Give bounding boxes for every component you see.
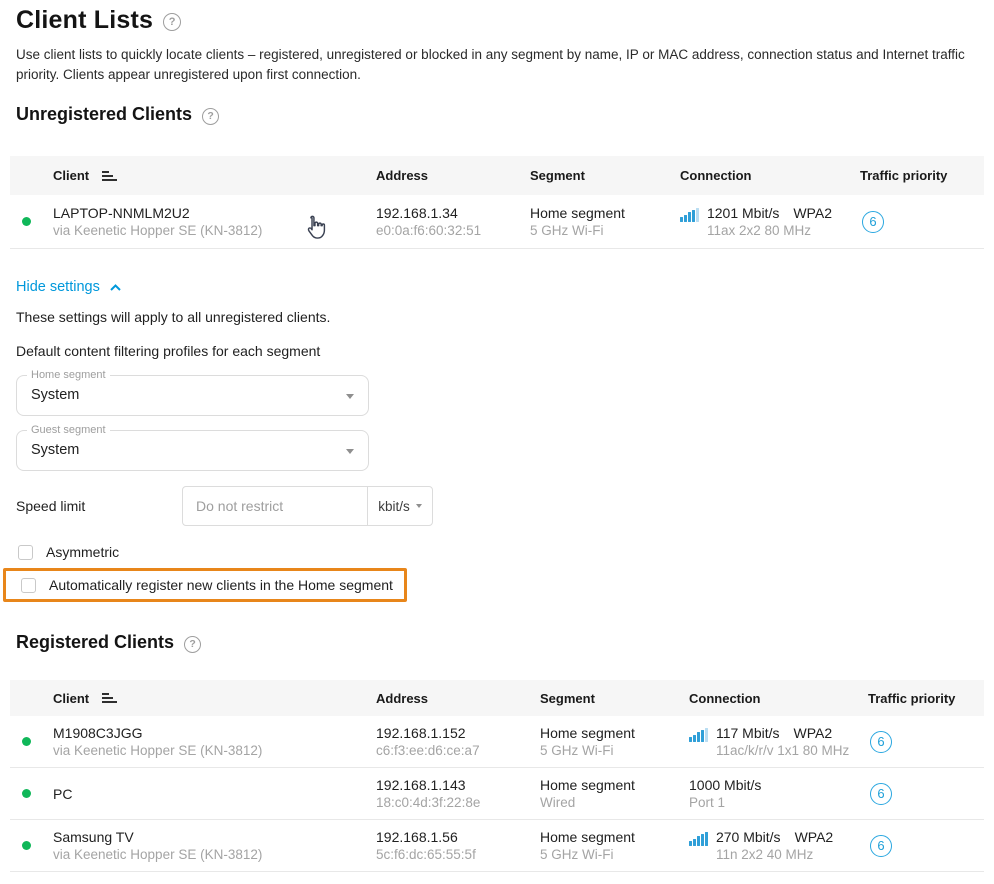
- annotation-highlight-box: Automatically register new clients in th…: [3, 568, 407, 602]
- table-header-row: Client Address Segment Connection Traffi…: [10, 680, 984, 716]
- client-name: M1908C3JGG: [53, 724, 376, 742]
- client-ip: 192.168.1.143: [376, 776, 540, 794]
- column-connection: Connection: [680, 168, 860, 183]
- home-segment-select-label: Home segment: [27, 369, 110, 381]
- connection-detail: 11ax 2x2 80 MHz: [707, 222, 832, 240]
- connection-speed: 117 Mbit/s: [716, 725, 780, 741]
- wifi-signal-icon: [689, 832, 708, 847]
- client-network: 5 GHz Wi-Fi: [530, 222, 680, 240]
- client-ip: 192.168.1.34: [376, 204, 530, 222]
- chevron-down-icon: [346, 394, 354, 399]
- asymmetric-checkbox[interactable]: [18, 545, 33, 560]
- client-ip: 192.168.1.152: [376, 724, 540, 742]
- table-row[interactable]: PC 192.168.1.143 18:c0:4d:3f:22:8e Home …: [10, 768, 984, 820]
- guest-segment-profile-select[interactable]: Guest segment System: [16, 430, 369, 471]
- settings-description: These settings will apply to all unregis…: [16, 309, 994, 325]
- client-via: via Keenetic Hopper SE (KN-3812): [53, 846, 376, 864]
- client-lists-page: Client Lists ? Use client lists to quick…: [0, 0, 994, 884]
- help-icon[interactable]: ?: [163, 13, 181, 31]
- connection-detail: 11ac/k/r/v 1x1 80 MHz: [716, 742, 849, 760]
- home-segment-select-value: System: [31, 387, 79, 403]
- client-segment: Home segment: [540, 828, 689, 846]
- unregistered-clients-heading: Unregistered Clients: [16, 104, 192, 125]
- auto-register-checkbox-row[interactable]: Automatically register new clients in th…: [21, 577, 393, 593]
- traffic-priority-badge[interactable]: 6: [870, 835, 892, 857]
- column-segment: Segment: [530, 168, 680, 183]
- sort-icon[interactable]: [100, 691, 119, 705]
- client-name: Samsung TV: [53, 828, 376, 846]
- auto-register-label: Automatically register new clients in th…: [49, 577, 393, 593]
- speed-limit-input[interactable]: [182, 486, 368, 526]
- table-row[interactable]: M1908C3JGG via Keenetic Hopper SE (KN-38…: [10, 716, 984, 768]
- connection-detail: 11n 2x2 40 MHz: [716, 846, 833, 864]
- column-client: Client: [53, 691, 89, 706]
- sort-icon[interactable]: [100, 169, 119, 183]
- column-client: Client: [53, 168, 89, 183]
- client-segment: Home segment: [540, 776, 689, 794]
- profiles-label: Default content filtering profiles for e…: [16, 343, 994, 359]
- traffic-priority-badge[interactable]: 6: [862, 211, 884, 233]
- connection-security: WPA2: [795, 829, 834, 845]
- wifi-signal-icon: [680, 208, 699, 223]
- column-traffic-priority: Traffic priority: [860, 168, 984, 183]
- help-icon[interactable]: ?: [202, 108, 219, 125]
- asymmetric-checkbox-row[interactable]: Asymmetric: [18, 544, 994, 560]
- connection-speed: 1201 Mbit/s: [707, 205, 779, 221]
- connection-speed: 1000 Mbit/s: [689, 777, 761, 793]
- page-title: Client Lists: [16, 6, 153, 35]
- client-network: Wired: [540, 794, 689, 812]
- home-segment-profile-select[interactable]: Home segment System: [16, 375, 369, 416]
- speed-limit-label: Speed limit: [16, 498, 182, 514]
- column-address: Address: [376, 168, 530, 183]
- speed-unit-value: kbit/s: [378, 499, 410, 514]
- client-mac: 5c:f6:dc:65:55:5f: [376, 846, 540, 864]
- intro-text: Use client lists to quickly locate clien…: [16, 45, 978, 85]
- traffic-priority-badge[interactable]: 6: [870, 731, 892, 753]
- hide-settings-label: Hide settings: [16, 279, 100, 295]
- online-status-dot: [22, 841, 31, 850]
- chevron-down-icon: [346, 449, 354, 454]
- chevron-up-icon: [109, 283, 122, 292]
- column-connection: Connection: [689, 691, 868, 706]
- client-via: via Keenetic Hopper SE (KN-3812): [53, 742, 376, 760]
- client-mac: c6:f3:ee:d6:ce:a7: [376, 742, 540, 760]
- client-name: PC: [53, 785, 376, 803]
- registered-clients-heading: Registered Clients: [16, 632, 174, 653]
- auto-register-checkbox[interactable]: [21, 578, 36, 593]
- registered-clients-table: Client Address Segment Connection Traffi…: [10, 680, 984, 872]
- table-row[interactable]: LAPTOP-NNMLM2U2 via Keenetic Hopper SE (…: [10, 195, 984, 249]
- asymmetric-label: Asymmetric: [46, 544, 119, 560]
- chevron-down-icon: [416, 504, 422, 508]
- connection-security: WPA2: [793, 205, 832, 221]
- help-icon[interactable]: ?: [184, 636, 201, 653]
- client-mac: e0:0a:f6:60:32:51: [376, 222, 530, 240]
- client-segment: Home segment: [540, 724, 689, 742]
- unregistered-clients-table: Client Address Segment Connection Traffi…: [10, 156, 984, 249]
- connection-security: WPA2: [794, 725, 833, 741]
- client-mac: 18:c0:4d:3f:22:8e: [376, 794, 540, 812]
- online-status-dot: [22, 737, 31, 746]
- online-status-dot: [22, 789, 31, 798]
- connection-detail: Port 1: [689, 794, 761, 812]
- guest-segment-select-value: System: [31, 442, 79, 458]
- online-status-dot: [22, 217, 31, 226]
- column-address: Address: [376, 691, 540, 706]
- traffic-priority-badge[interactable]: 6: [870, 783, 892, 805]
- speed-unit-select[interactable]: kbit/s: [367, 486, 433, 526]
- client-via: via Keenetic Hopper SE (KN-3812): [53, 222, 376, 240]
- table-header-row: Client Address Segment Connection Traffi…: [10, 156, 984, 195]
- client-segment: Home segment: [530, 204, 680, 222]
- client-ip: 192.168.1.56: [376, 828, 540, 846]
- client-network: 5 GHz Wi-Fi: [540, 846, 689, 864]
- column-segment: Segment: [540, 691, 689, 706]
- wifi-signal-icon: [689, 728, 708, 743]
- client-network: 5 GHz Wi-Fi: [540, 742, 689, 760]
- hide-settings-toggle[interactable]: Hide settings: [16, 279, 994, 295]
- guest-segment-select-label: Guest segment: [27, 424, 110, 436]
- connection-speed: 270 Mbit/s: [716, 829, 781, 845]
- client-name: LAPTOP-NNMLM2U2: [53, 204, 376, 222]
- column-traffic-priority: Traffic priority: [868, 691, 984, 706]
- table-row[interactable]: Samsung TV via Keenetic Hopper SE (KN-38…: [10, 820, 984, 872]
